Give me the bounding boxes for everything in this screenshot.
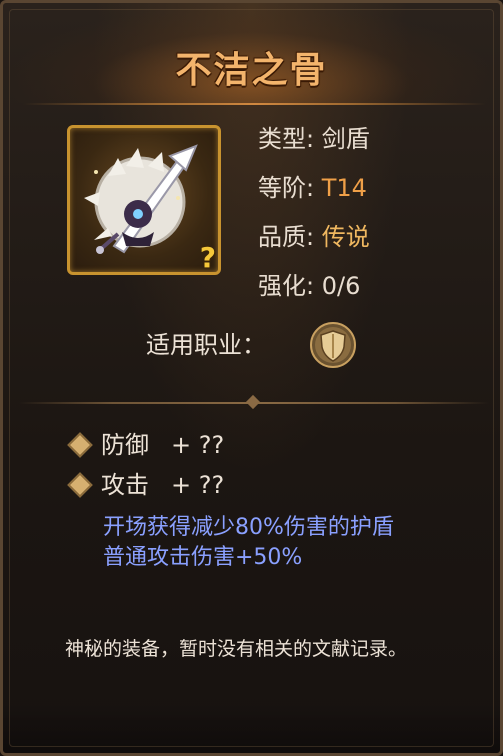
attribute-attack: 攻击 + ?? xyxy=(67,465,224,505)
bottom-fade xyxy=(3,703,500,753)
attribute-defense: 防御 + ?? xyxy=(67,425,224,465)
type-value: 剑盾 xyxy=(321,125,370,153)
item-description: 神秘的装备，暂时没有相关的文献记录。 xyxy=(65,638,408,660)
skill-attack-bonus: 普通攻击伤害+50% xyxy=(103,545,303,570)
stat-quality: 品质: 传说 xyxy=(258,223,370,251)
unknown-question-mark: ? xyxy=(199,241,216,274)
skill-shield: 开场获得减少80%伤害的护盾 xyxy=(103,515,394,540)
bone-shield-sword-icon xyxy=(84,144,198,254)
tier-value: T14 xyxy=(321,174,367,202)
item-stats: 类型: 剑盾 等阶: T14 品质: 传说 强化: 0/6 xyxy=(258,115,370,311)
shield-class-icon[interactable] xyxy=(309,321,357,369)
stat-type: 类型: 剑盾 xyxy=(258,125,370,153)
stat-enhance: 强化: 0/6 xyxy=(258,272,361,300)
skill-list: 开场获得减少80%伤害的护盾 普通攻击伤害+50% xyxy=(103,513,433,573)
title-divider xyxy=(23,103,486,105)
item-title: 不洁之骨 xyxy=(175,50,328,91)
item-icon-frame[interactable]: ? xyxy=(67,125,221,275)
attribute-list: 防御 + ?? 攻击 + ?? xyxy=(67,425,224,505)
job-label: 适用职业： xyxy=(146,331,266,359)
stat-tier: 等阶: T14 xyxy=(258,174,367,202)
diamond-bullet-icon xyxy=(67,472,93,498)
quality-value: 传说 xyxy=(321,223,370,251)
diamond-bullet-icon xyxy=(67,432,93,458)
item-tooltip-panel: 不洁之骨 ? 类型: 剑盾 等阶: T14 品质: 传说 强化: 0/6 适用职… xyxy=(0,0,503,756)
enhance-value: 0/6 xyxy=(321,272,361,300)
divider-diamond-icon xyxy=(245,394,261,410)
section-divider xyxy=(19,394,489,410)
